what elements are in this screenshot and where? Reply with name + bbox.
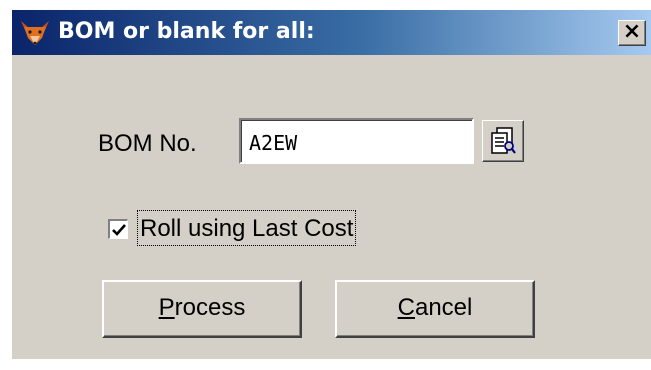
checkmark-icon	[112, 224, 126, 236]
window-title: BOM or blank for all:	[58, 19, 315, 44]
lookup-list-icon	[491, 127, 516, 154]
roll-last-cost-checkbox[interactable]	[108, 219, 128, 239]
process-button[interactable]: Process	[102, 280, 302, 338]
process-button-label: rocess	[174, 294, 246, 321]
cancel-button[interactable]: Cancel	[335, 280, 535, 338]
bom-lookup-button[interactable]	[482, 120, 524, 162]
title-bar[interactable]: BOM or blank for all: ×	[12, 10, 651, 55]
roll-last-cost-label[interactable]: Roll using Last Cost	[137, 210, 357, 246]
close-icon: ×	[622, 19, 642, 44]
cancel-mnemonic: C	[397, 294, 415, 321]
process-mnemonic: P	[158, 294, 175, 321]
bom-number-label: BOM No.	[98, 130, 197, 157]
cancel-button-label: ancel	[414, 294, 473, 321]
fox-app-icon	[20, 20, 50, 46]
bom-number-input[interactable]: A2EW	[239, 118, 474, 164]
close-button[interactable]: ×	[618, 20, 646, 46]
dialog-window: BOM or blank for all: × BOM No. A2EW Rol…	[11, 9, 651, 359]
